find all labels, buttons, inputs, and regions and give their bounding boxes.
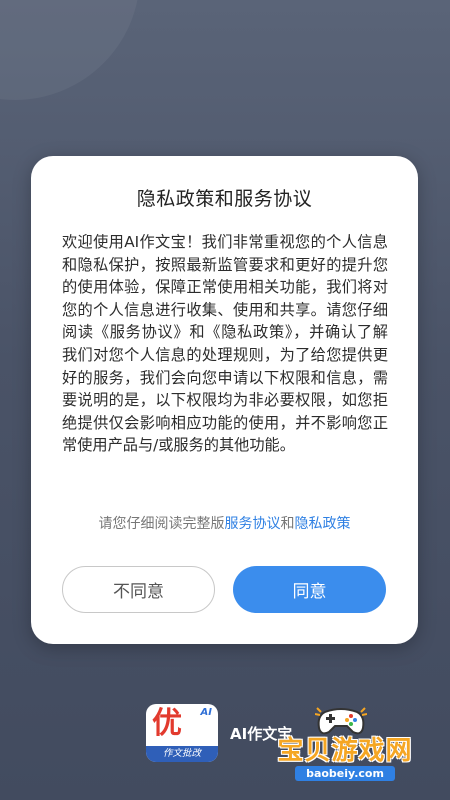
watermark-title: 宝贝游戏网: [277, 736, 413, 766]
dialog-body-text: 欢迎使用AI作文宝！我们非常重视您的个人信息和隐私保护，按照最新监管要求和更好的…: [62, 233, 388, 455]
links-prefix: 请您仔细阅读完整版: [98, 516, 225, 532]
disagree-button[interactable]: 不同意: [62, 566, 215, 613]
privacy-dialog: 隐私政策和服务协议 欢迎使用AI作文宝！我们非常重视您的个人信息和隐私保护，按照…: [31, 156, 418, 644]
dialog-title: 隐私政策和服务协议: [136, 188, 313, 210]
site-watermark: 宝贝游戏网 baobeiy.com: [270, 704, 420, 781]
service-agreement-link[interactable]: 服务协议: [225, 516, 281, 532]
privacy-policy-link[interactable]: 隐私政策: [295, 516, 351, 532]
links-conjunction: 和: [280, 516, 295, 532]
watermark-url: baobeiy.com: [295, 766, 395, 781]
app-logo-badge: AI: [200, 707, 212, 718]
agreement-links-line: 请您仔细阅读完整版服务协议和隐私政策: [31, 513, 418, 533]
background-decoration: [0, 0, 140, 100]
app-logo-icon: 优 AI 作文批改: [146, 704, 218, 762]
app-logo-strip: 作文批改: [146, 746, 218, 762]
splash-screen: 隐私政策和服务协议 欢迎使用AI作文宝！我们非常重视您的个人信息和隐私保护，按照…: [0, 0, 450, 800]
app-logo-character: 优: [152, 706, 182, 741]
agree-button[interactable]: 同意: [233, 566, 386, 613]
